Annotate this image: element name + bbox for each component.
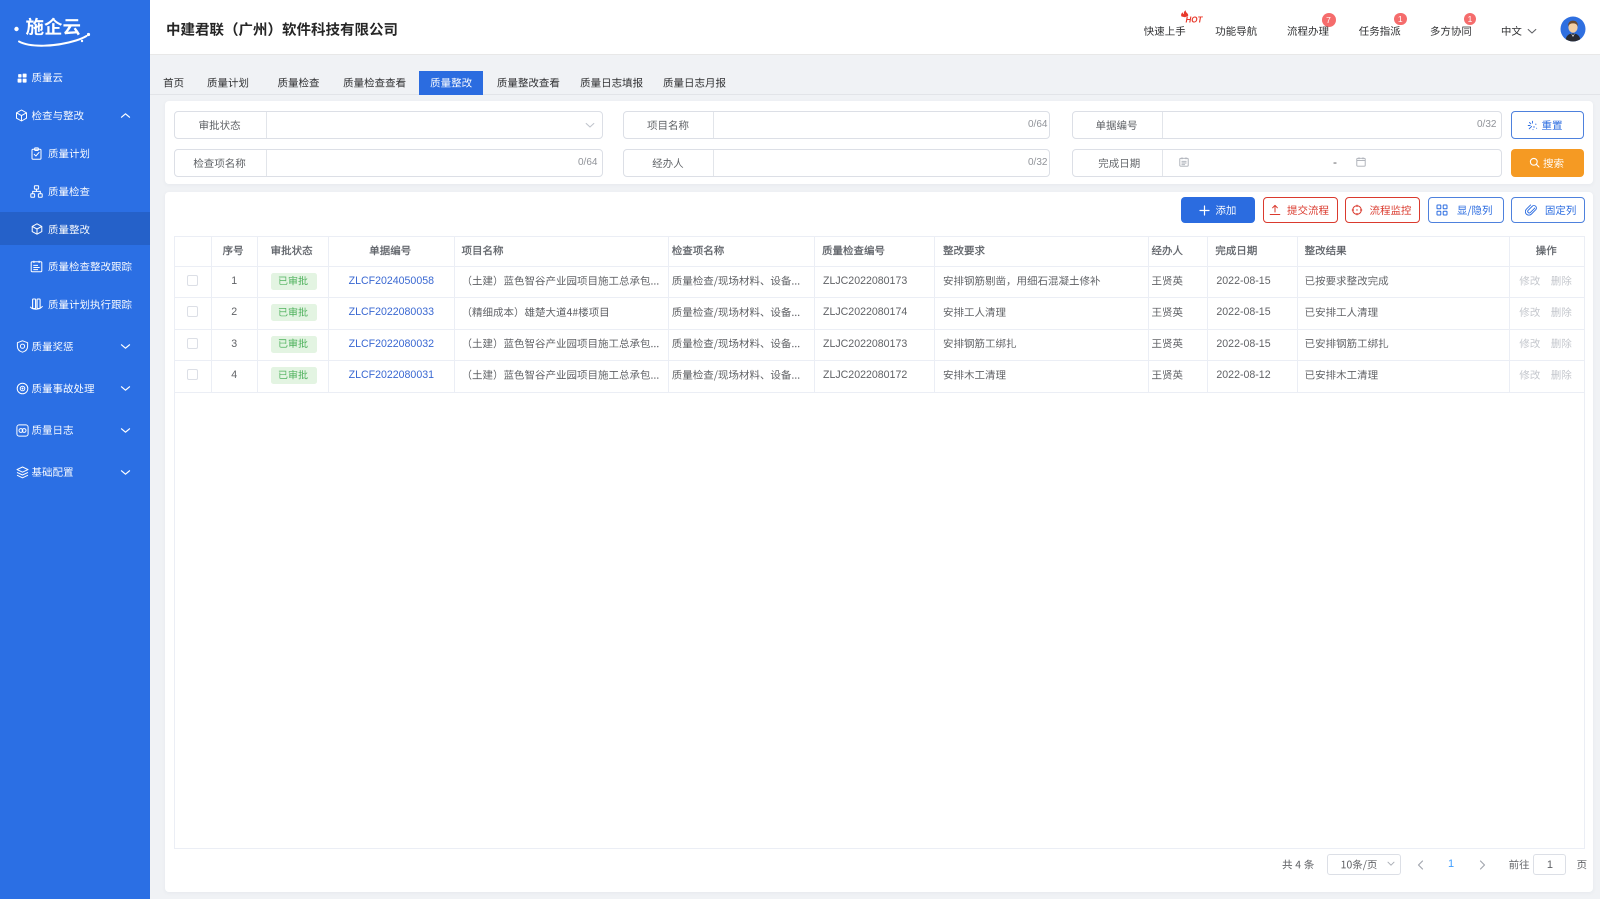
svg-text:HOT: HOT — [1186, 16, 1204, 25]
